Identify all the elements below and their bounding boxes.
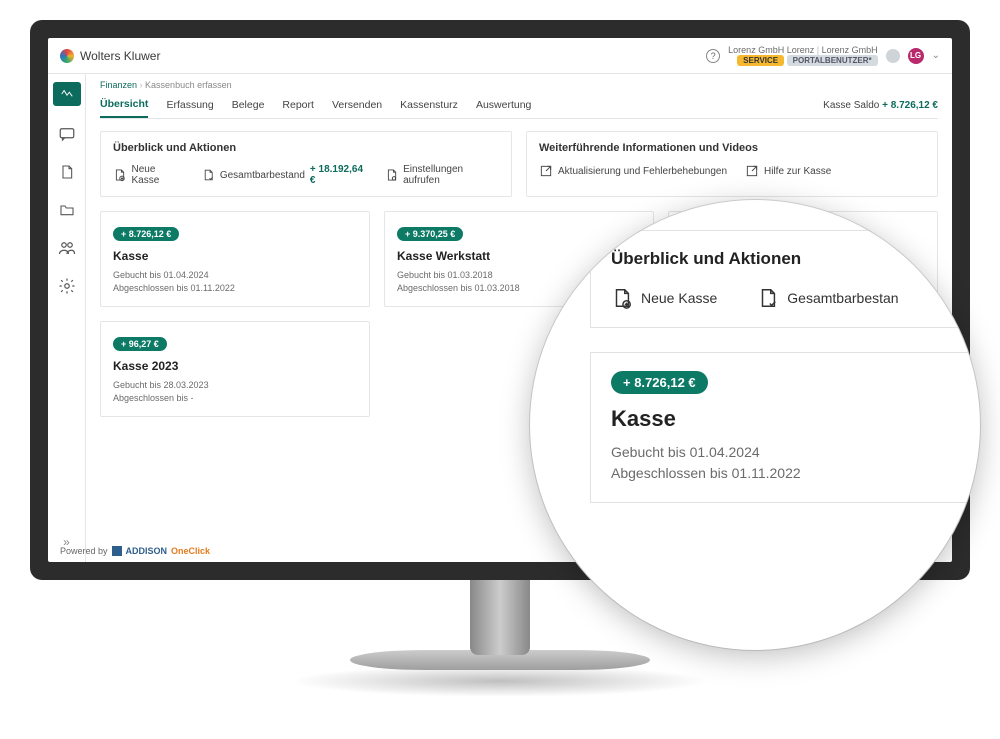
panel-actions-title: Überblick und Aktionen bbox=[113, 142, 499, 154]
mag-panel-title: Überblick und Aktionen bbox=[611, 249, 980, 269]
tabs: Übersicht Erfassung Belege Report Versen… bbox=[100, 92, 938, 119]
tab-uebersicht[interactable]: Übersicht bbox=[100, 92, 148, 118]
badge-service: SERVICE bbox=[737, 55, 784, 66]
topbar: Wolters Kluwer ? Lorenz GmbH Lorenz | Lo… bbox=[48, 38, 952, 74]
brand-logo-icon bbox=[60, 49, 74, 63]
user-line2: Lorenz GmbH bbox=[822, 45, 878, 55]
kasse-card[interactable]: + 96,27 € Kasse 2023 Gebucht bis 28.03.2… bbox=[100, 321, 370, 417]
mag-panel-actions: Überblick und Aktionen Neue Kasse Gesamt… bbox=[590, 230, 980, 328]
crumb-1[interactable]: Finanzen bbox=[100, 80, 137, 90]
sidebar-item-dashboard[interactable] bbox=[53, 82, 81, 106]
saldo-display: Kasse Saldo + 8.726,12 € bbox=[823, 100, 938, 111]
panel-actions: Überblick und Aktionen Neue Kasse Gesamt… bbox=[100, 131, 512, 197]
amount-pill: + 8.726,12 € bbox=[113, 227, 179, 241]
sidebar-item-chat[interactable] bbox=[57, 124, 77, 144]
brand-text: Wolters Kluwer bbox=[80, 49, 160, 63]
brand: Wolters Kluwer bbox=[60, 49, 160, 63]
sidebar-item-folder[interactable] bbox=[57, 200, 77, 220]
tab-belege[interactable]: Belege bbox=[232, 93, 265, 117]
panel-info: Weiterführende Informationen und Videos … bbox=[526, 131, 938, 197]
sidebar: » bbox=[48, 74, 86, 562]
breadcrumb: Finanzen › Kassenbuch erfassen bbox=[100, 80, 938, 90]
mag-amount-pill: + 8.726,12 € bbox=[611, 371, 708, 394]
mag-action-gesamtbestand[interactable]: Gesamtbarbestan bbox=[757, 287, 898, 309]
document-check-icon bbox=[757, 287, 779, 309]
chevron-down-icon[interactable]: ⌄ bbox=[932, 50, 940, 61]
help-icon[interactable]: ? bbox=[706, 49, 720, 63]
user-line1: Lorenz GmbH Lorenz bbox=[728, 45, 814, 55]
mag-kasse-card[interactable]: + 8.726,12 € Kasse Gebucht bis 01.04.202… bbox=[590, 352, 980, 503]
document-plus-icon bbox=[611, 287, 633, 309]
kasse-card[interactable]: + 8.726,12 € Kasse Gebucht bis 01.04.202… bbox=[100, 211, 370, 307]
amount-pill: + 9.370,25 € bbox=[397, 227, 463, 241]
crumb-2: Kassenbuch erfassen bbox=[145, 80, 232, 90]
tab-report[interactable]: Report bbox=[282, 93, 314, 117]
avatar[interactable]: LG bbox=[908, 48, 924, 64]
magnifier-overlay: Überblick und Aktionen Neue Kasse Gesamt… bbox=[530, 200, 980, 650]
mag-card-title: Kasse bbox=[611, 406, 980, 432]
sidebar-item-users[interactable] bbox=[57, 238, 77, 258]
mag-action-neue-kasse[interactable]: Neue Kasse bbox=[611, 287, 717, 309]
tab-kassensturz[interactable]: Kassensturz bbox=[400, 93, 458, 117]
tab-versenden[interactable]: Versenden bbox=[332, 93, 382, 117]
tab-auswertung[interactable]: Auswertung bbox=[476, 93, 531, 117]
tab-erfassung[interactable]: Erfassung bbox=[166, 93, 213, 117]
footer: Powered by ADDISON OneClick bbox=[60, 546, 210, 556]
panel-info-title: Weiterführende Informationen und Videos bbox=[539, 142, 925, 154]
amount-pill: + 96,27 € bbox=[113, 337, 167, 351]
action-einstellungen[interactable]: Einstellungen aufrufen bbox=[385, 164, 499, 186]
action-gesamtbestand[interactable]: Gesamtbarbestand + 18.192,64 € bbox=[202, 164, 367, 186]
action-hilfe[interactable]: Hilfe zur Kasse bbox=[745, 164, 831, 178]
card-title: Kasse 2023 bbox=[113, 359, 357, 373]
badge-portal: PORTALBENUTZER* bbox=[787, 55, 878, 66]
sidebar-item-settings[interactable] bbox=[57, 276, 77, 296]
sidebar-item-document[interactable] bbox=[57, 162, 77, 182]
action-neue-kasse[interactable]: Neue Kasse bbox=[113, 164, 184, 186]
action-aktualisierung[interactable]: Aktualisierung und Fehlerbehebungen bbox=[539, 164, 727, 178]
card-title: Kasse bbox=[113, 249, 357, 263]
avatar-secondary bbox=[886, 49, 900, 63]
